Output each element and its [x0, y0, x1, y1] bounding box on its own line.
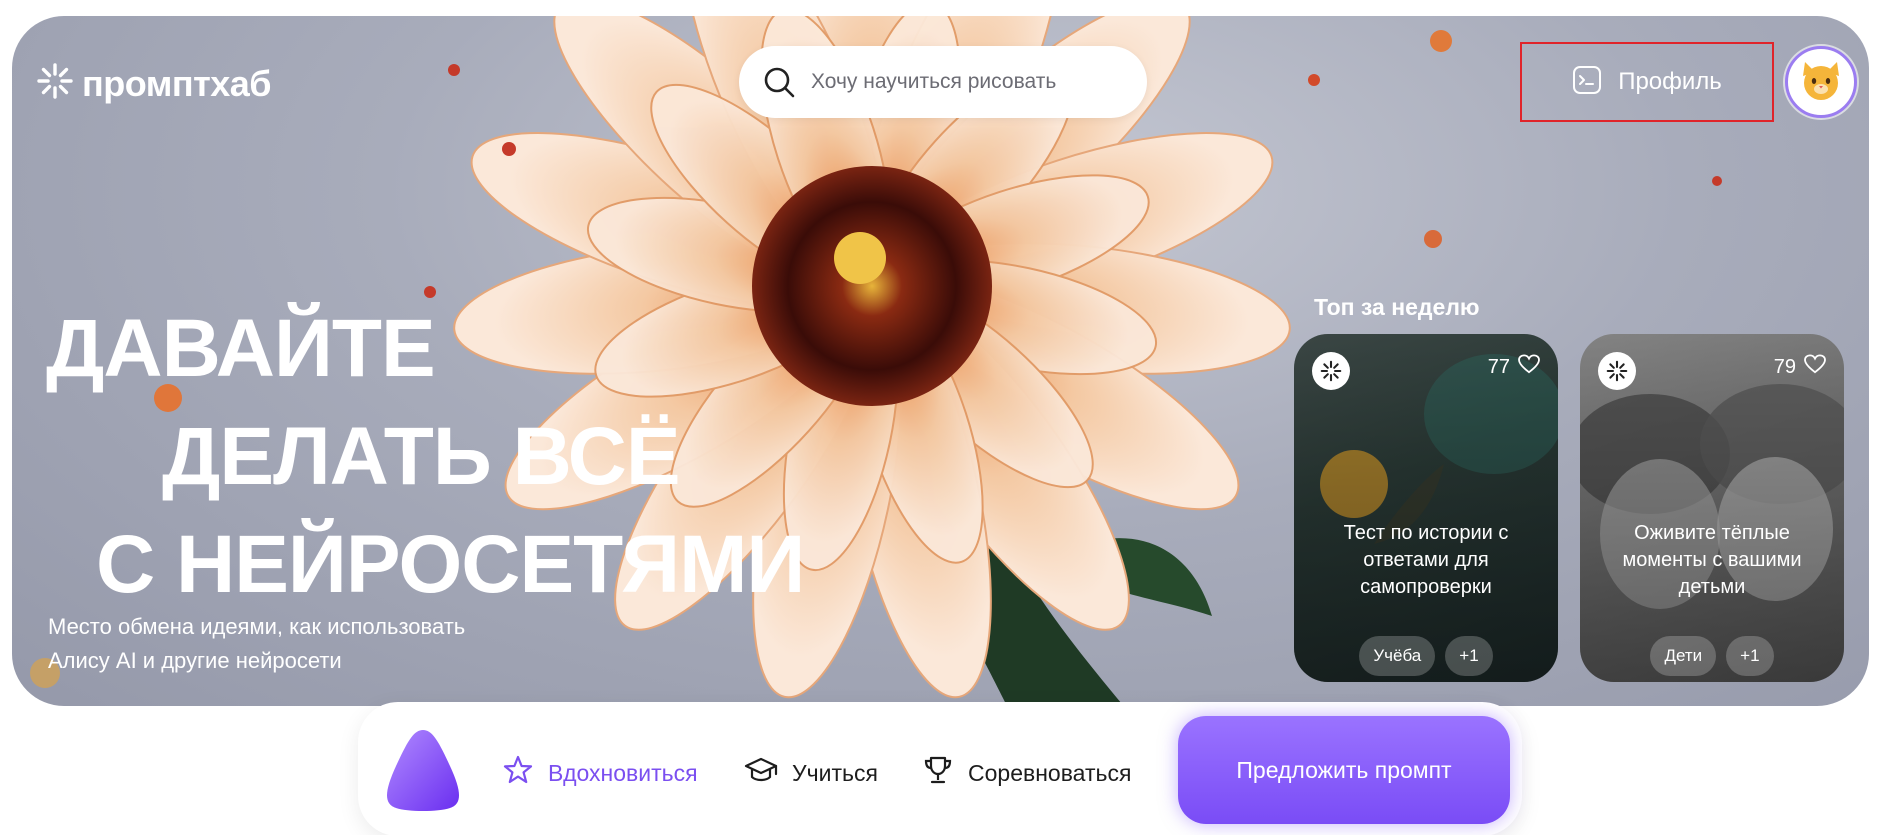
like-count: 79 [1773, 355, 1796, 378]
particle [1308, 74, 1320, 86]
nav-learn-label: Учиться [792, 759, 878, 786]
headline-line-1: ДАВАЙТЕ [46, 303, 436, 394]
tag-chip[interactable]: Учёба [1359, 636, 1436, 676]
trophy-icon [922, 754, 954, 792]
sparkle-badge-icon [1312, 352, 1350, 390]
heart-icon [1804, 354, 1826, 380]
particle [502, 142, 516, 156]
top-week-title: Топ за неделю [1314, 294, 1480, 320]
nav-inspire-label: Вдохновиться [548, 759, 698, 786]
particle [448, 64, 460, 76]
profile-button[interactable]: Профиль [1520, 42, 1774, 122]
headline-line-3: С НЕЙРОСЕТЯМИ [96, 519, 805, 610]
tag-more-chip[interactable]: +1 [1726, 636, 1774, 676]
card-title: Тест по истории с ответами для самопрове… [1343, 522, 1509, 598]
tag-more-chip[interactable]: +1 [1445, 636, 1493, 676]
nav-learn[interactable]: Учиться [744, 754, 878, 792]
card-tags: Учёба +1 [1294, 636, 1558, 676]
nav-inspire[interactable]: Вдохновиться [502, 754, 698, 792]
search-box[interactable] [739, 46, 1147, 118]
particle [424, 286, 436, 298]
like-counter[interactable]: 79 [1774, 354, 1826, 380]
star-icon [502, 754, 534, 792]
nav-compete-label: Соревноваться [968, 759, 1132, 786]
search-input[interactable] [811, 70, 1111, 94]
heart-icon [1518, 354, 1540, 380]
graduation-cap-icon [744, 754, 778, 792]
sparkle-logo-icon [36, 62, 74, 105]
particle [1712, 176, 1722, 186]
like-count: 77 [1487, 355, 1510, 378]
particle [1430, 30, 1452, 52]
headline-line-2: ДЕЛАТЬ ВСЁ [162, 411, 681, 502]
suggest-prompt-button[interactable]: Предложить промпт [1178, 716, 1510, 824]
particle [1424, 230, 1442, 248]
sparkle-badge-icon [1598, 352, 1636, 390]
brand-logo[interactable]: промптхаб [36, 62, 272, 105]
cat-face-icon [1797, 56, 1845, 109]
prompt-card[interactable]: 79 Оживите тёплые моменты с вашими детьм… [1580, 334, 1844, 682]
nav-compete[interactable]: Соревноваться [922, 754, 1131, 792]
avatar[interactable] [1785, 46, 1857, 118]
terminal-icon [1572, 65, 1602, 100]
prompt-card[interactable]: 77 Тест по истории с ответами для самопр… [1294, 334, 1558, 682]
hero-banner: промптхаб Профиль [12, 16, 1869, 706]
brand-name: промптхаб [82, 62, 272, 104]
hero-subtitle: Место обмена идеями, как использовать Ал… [48, 614, 466, 673]
bottom-navigation: Вдохновиться Учиться Соревноваться Предл… [358, 702, 1522, 835]
card-tags: Дети +1 [1580, 636, 1844, 676]
tag-chip[interactable]: Дети [1650, 636, 1717, 676]
profile-label: Профиль [1618, 68, 1722, 95]
like-counter[interactable]: 77 [1488, 354, 1540, 380]
card-title: Оживите тёплые моменты с вашими детьми [1622, 522, 1802, 598]
search-icon [763, 66, 795, 98]
alice-logo-icon[interactable] [380, 726, 466, 812]
